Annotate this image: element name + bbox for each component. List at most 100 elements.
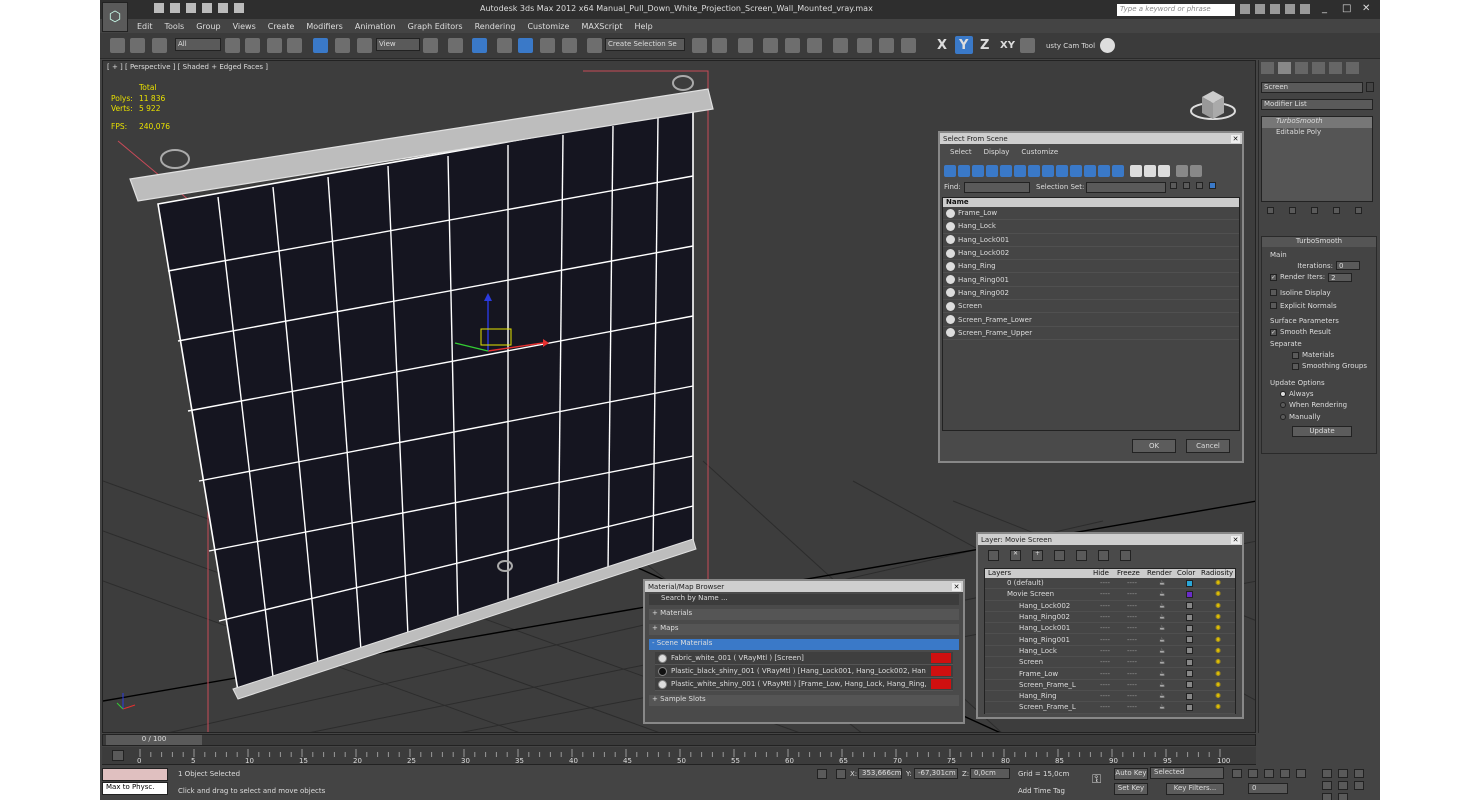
select-menu-display[interactable]: Display	[984, 148, 1010, 156]
layer-manager-icon[interactable]	[738, 38, 753, 53]
hide-all-icon[interactable]	[1098, 550, 1109, 561]
radiosity-icon[interactable]: ✺	[1201, 602, 1235, 610]
layer-row[interactable]: Screen_Frame_L ---- ---- ☕ ✺	[985, 702, 1235, 714]
render-teapot-icon[interactable]: ☕	[1147, 658, 1177, 666]
filter-options-icon[interactable]	[1190, 165, 1202, 177]
object-name-field[interactable]: Screen	[1261, 82, 1363, 93]
filter-hidden-icon[interactable]	[1098, 165, 1110, 177]
axis-xy-button[interactable]: XY	[1000, 40, 1015, 51]
layer-dialog-close-icon[interactable]: ✕	[1231, 535, 1240, 544]
filter-shapes-icon[interactable]	[958, 165, 970, 177]
select-menu-select[interactable]: Select	[950, 148, 972, 156]
layer-hide-toggle[interactable]: ----	[1093, 613, 1117, 621]
layer-hide-toggle[interactable]: ----	[1093, 681, 1117, 689]
cam-tool-icon[interactable]	[1100, 38, 1115, 53]
layer-color-swatch[interactable]	[1177, 590, 1201, 598]
layer-row[interactable]: Hang_Lock001 ---- ---- ☕ ✺	[985, 623, 1235, 635]
axis-z-button[interactable]: Z	[980, 38, 989, 53]
project-icon[interactable]	[234, 3, 244, 13]
layer-row[interactable]: 0 (default) ---- ---- ☕ ✺	[985, 578, 1235, 590]
create-tab-icon[interactable]	[1261, 62, 1274, 74]
render-iters-checkbox[interactable]: ✓	[1270, 273, 1277, 281]
menu-modifiers[interactable]: Modifiers	[306, 22, 343, 31]
radiosity-icon[interactable]: ✺	[1201, 613, 1235, 621]
layer-col-color[interactable]: Color	[1177, 569, 1201, 578]
materials-section[interactable]: + Materials	[649, 609, 959, 620]
render-production-icon[interactable]	[901, 38, 916, 53]
render-teapot-icon[interactable]: ☕	[1147, 590, 1177, 598]
open-icon[interactable]	[170, 3, 180, 13]
stack-item-turbosmooth[interactable]: TurboSmooth	[1262, 117, 1372, 128]
object-color-swatch[interactable]	[1366, 82, 1374, 92]
layer-freeze-toggle[interactable]: ----	[1117, 602, 1147, 610]
set-key-button[interactable]: Set Key	[1114, 783, 1148, 795]
redo-icon[interactable]	[218, 3, 228, 13]
filter-lights-icon[interactable]	[972, 165, 984, 177]
object-list-item[interactable]: Hang_Ring001	[943, 273, 1239, 287]
radiosity-icon[interactable]: ✺	[1201, 647, 1235, 655]
hierarchy-icon[interactable]	[1170, 182, 1177, 189]
render-teapot-icon[interactable]: ☕	[1147, 692, 1177, 700]
filter-bones-icon[interactable]	[1056, 165, 1068, 177]
layer-freeze-toggle[interactable]: ----	[1117, 624, 1147, 632]
search-icon[interactable]	[1240, 4, 1250, 14]
play-icon[interactable]	[1264, 769, 1274, 778]
make-unique-icon[interactable]	[1311, 207, 1318, 214]
object-list-item[interactable]: Hang_Lock002	[943, 247, 1239, 261]
close-icon[interactable]: ✕	[1362, 3, 1370, 14]
time-slider[interactable]: 0 / 100	[102, 734, 1256, 746]
layer-row[interactable]: Screen ---- ---- ☕ ✺	[985, 657, 1235, 669]
layer-color-swatch[interactable]	[1177, 579, 1201, 587]
smooth-result-checkbox[interactable]: ✓	[1270, 328, 1277, 336]
layer-row[interactable]: Hang_Ring ---- ---- ☕ ✺	[985, 691, 1235, 703]
menu-edit[interactable]: Edit	[137, 22, 153, 31]
filter-helpers-icon[interactable]	[1000, 165, 1012, 177]
keyboard-shortcut-icon[interactable]	[472, 38, 487, 53]
object-list-item[interactable]: Screen_Frame_Upper	[943, 327, 1239, 340]
radiosity-icon[interactable]: ✺	[1201, 692, 1235, 700]
layer-color-swatch[interactable]	[1177, 681, 1201, 689]
render-teapot-icon[interactable]: ☕	[1147, 579, 1177, 587]
undo-icon[interactable]	[202, 3, 212, 13]
layer-freeze-toggle[interactable]: ----	[1117, 590, 1147, 598]
scale-icon[interactable]	[357, 38, 372, 53]
search-input[interactable]: Type a keyword or phrase	[1117, 4, 1235, 16]
layer-freeze-toggle[interactable]: ----	[1117, 647, 1147, 655]
key-icon[interactable]: ⚿	[1092, 772, 1101, 787]
help-icon[interactable]	[1300, 4, 1310, 14]
sort-icon[interactable]	[1209, 182, 1216, 189]
schematic-view-icon[interactable]	[807, 38, 822, 53]
object-list-item[interactable]: Hang_Ring002	[943, 287, 1239, 301]
subscription-icon[interactable]	[1255, 4, 1265, 14]
filter-containers-icon[interactable]	[1070, 165, 1082, 177]
prev-frame-icon[interactable]	[1248, 769, 1258, 778]
favorites-icon[interactable]	[1285, 4, 1295, 14]
collapse-icon[interactable]	[1196, 182, 1203, 189]
delete-layer-icon[interactable]: ✕	[1010, 550, 1021, 561]
material-browser-close-icon[interactable]: ✕	[952, 582, 961, 591]
layer-hide-toggle[interactable]: ----	[1093, 658, 1117, 666]
reference-coord-dropdown[interactable]: View	[376, 38, 420, 51]
layer-color-swatch[interactable]	[1177, 647, 1201, 655]
layer-row[interactable]: Hang_Lock002 ---- ---- ☕ ✺	[985, 601, 1235, 612]
layer-row[interactable]: Movie Screen ---- ---- ☕ ✺	[985, 589, 1235, 601]
spinner-snap-icon[interactable]	[562, 38, 577, 53]
scene-material-item[interactable]: Plastic_white_shiny_001 ( VRayMtl ) [Fra…	[655, 678, 953, 691]
percent-snap-icon[interactable]	[540, 38, 555, 53]
scene-material-item[interactable]: Fabric_white_001 ( VRayMtl ) [Screen]	[655, 652, 953, 665]
show-end-result-icon[interactable]	[1289, 207, 1296, 214]
layer-color-swatch[interactable]	[1177, 624, 1201, 632]
stack-item-editable-poly[interactable]: Editable Poly	[1262, 128, 1372, 139]
goto-start-icon[interactable]	[1232, 769, 1242, 778]
curve-editor-icon[interactable]	[785, 38, 800, 53]
minimize-icon[interactable]: _	[1322, 3, 1327, 14]
viewcube[interactable]	[1190, 91, 1236, 120]
goto-end-icon[interactable]	[1296, 769, 1306, 778]
layer-color-swatch[interactable]	[1177, 692, 1201, 700]
link-icon[interactable]	[110, 38, 125, 53]
display-tab-icon[interactable]	[1329, 62, 1342, 74]
layer-freeze-toggle[interactable]: ----	[1117, 670, 1147, 678]
render-teapot-icon[interactable]: ☕	[1147, 624, 1177, 632]
layer-color-swatch[interactable]	[1177, 636, 1201, 644]
layer-hide-toggle[interactable]: ----	[1093, 624, 1117, 632]
